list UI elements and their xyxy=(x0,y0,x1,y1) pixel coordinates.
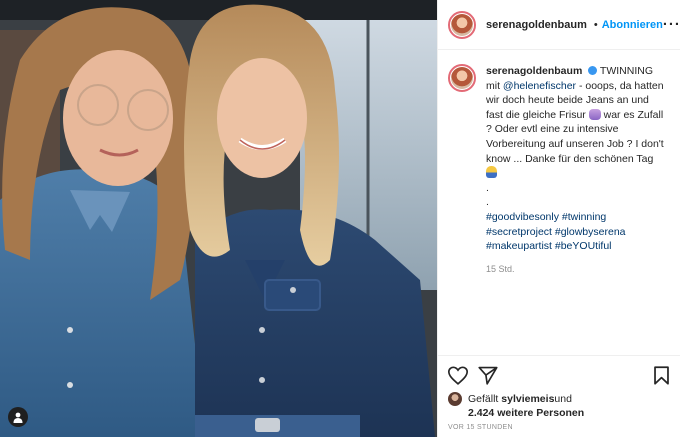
caption-dot-1: . xyxy=(486,181,489,194)
hashtag-link[interactable]: #beYOUtiful xyxy=(555,240,612,252)
liker-avatar[interactable] xyxy=(448,392,462,406)
bookmark-icon[interactable] xyxy=(653,365,670,385)
hashtag-link[interactable]: #makeupartist xyxy=(486,240,552,252)
heart-icon[interactable] xyxy=(448,365,468,385)
hashtag-link[interactable]: #secretproject xyxy=(486,226,552,238)
likes-others[interactable]: 2.424 weitere Personen xyxy=(468,407,670,419)
instagram-post: serenagoldenbaum • Abonnieren ··· serena… xyxy=(0,0,680,437)
hashtag-link[interactable]: #glowbyserena xyxy=(555,226,626,238)
hashtag-link[interactable]: #twinning xyxy=(562,211,606,223)
post-header: serenagoldenbaum • Abonnieren ··· xyxy=(438,0,680,50)
caption-avatar[interactable] xyxy=(448,64,476,92)
more-options-icon[interactable]: ··· xyxy=(663,16,680,33)
post-photo-image xyxy=(0,0,437,437)
post-actions: Gefällt sylviemeis und 2.424 weitere Per… xyxy=(438,355,680,437)
caption-dot-2: . xyxy=(486,196,489,209)
liker-username[interactable]: sylviemeis xyxy=(501,393,554,405)
thinking-emoji-icon xyxy=(588,108,601,120)
post-timestamp[interactable]: VOR 15 STUNDEN xyxy=(448,424,513,431)
hashtags: #goodvibesonly #twinning #secretproject … xyxy=(486,210,666,254)
share-icon[interactable] xyxy=(478,366,498,385)
caption-username[interactable]: serenagoldenbaum xyxy=(486,65,582,77)
user-tag-icon[interactable] xyxy=(8,407,28,427)
header-username[interactable]: serenagoldenbaum xyxy=(486,19,587,31)
hashtag-link[interactable]: #goodvibesonly xyxy=(486,211,559,223)
likes-prefix: Gefällt xyxy=(468,393,499,405)
separator-dot: • xyxy=(593,18,598,31)
likes-conj: und xyxy=(554,393,572,405)
caption-time[interactable]: 15 Std. xyxy=(486,262,666,277)
post-photo[interactable] xyxy=(0,0,437,437)
avatar[interactable] xyxy=(448,10,476,39)
caption-text: serenagoldenbaum TWINNING mit @helenefis… xyxy=(486,64,666,355)
shrug-emoji-icon xyxy=(486,166,497,179)
follow-button[interactable]: Abonnieren xyxy=(602,19,663,31)
verified-badge-icon xyxy=(588,66,598,75)
likes-line: Gefällt sylviemeis und xyxy=(448,392,670,406)
mention-link[interactable]: @helenefischer xyxy=(503,80,576,92)
caption: serenagoldenbaum TWINNING mit @helenefis… xyxy=(438,50,680,355)
post-sidebar: serenagoldenbaum • Abonnieren ··· serena… xyxy=(437,0,680,437)
